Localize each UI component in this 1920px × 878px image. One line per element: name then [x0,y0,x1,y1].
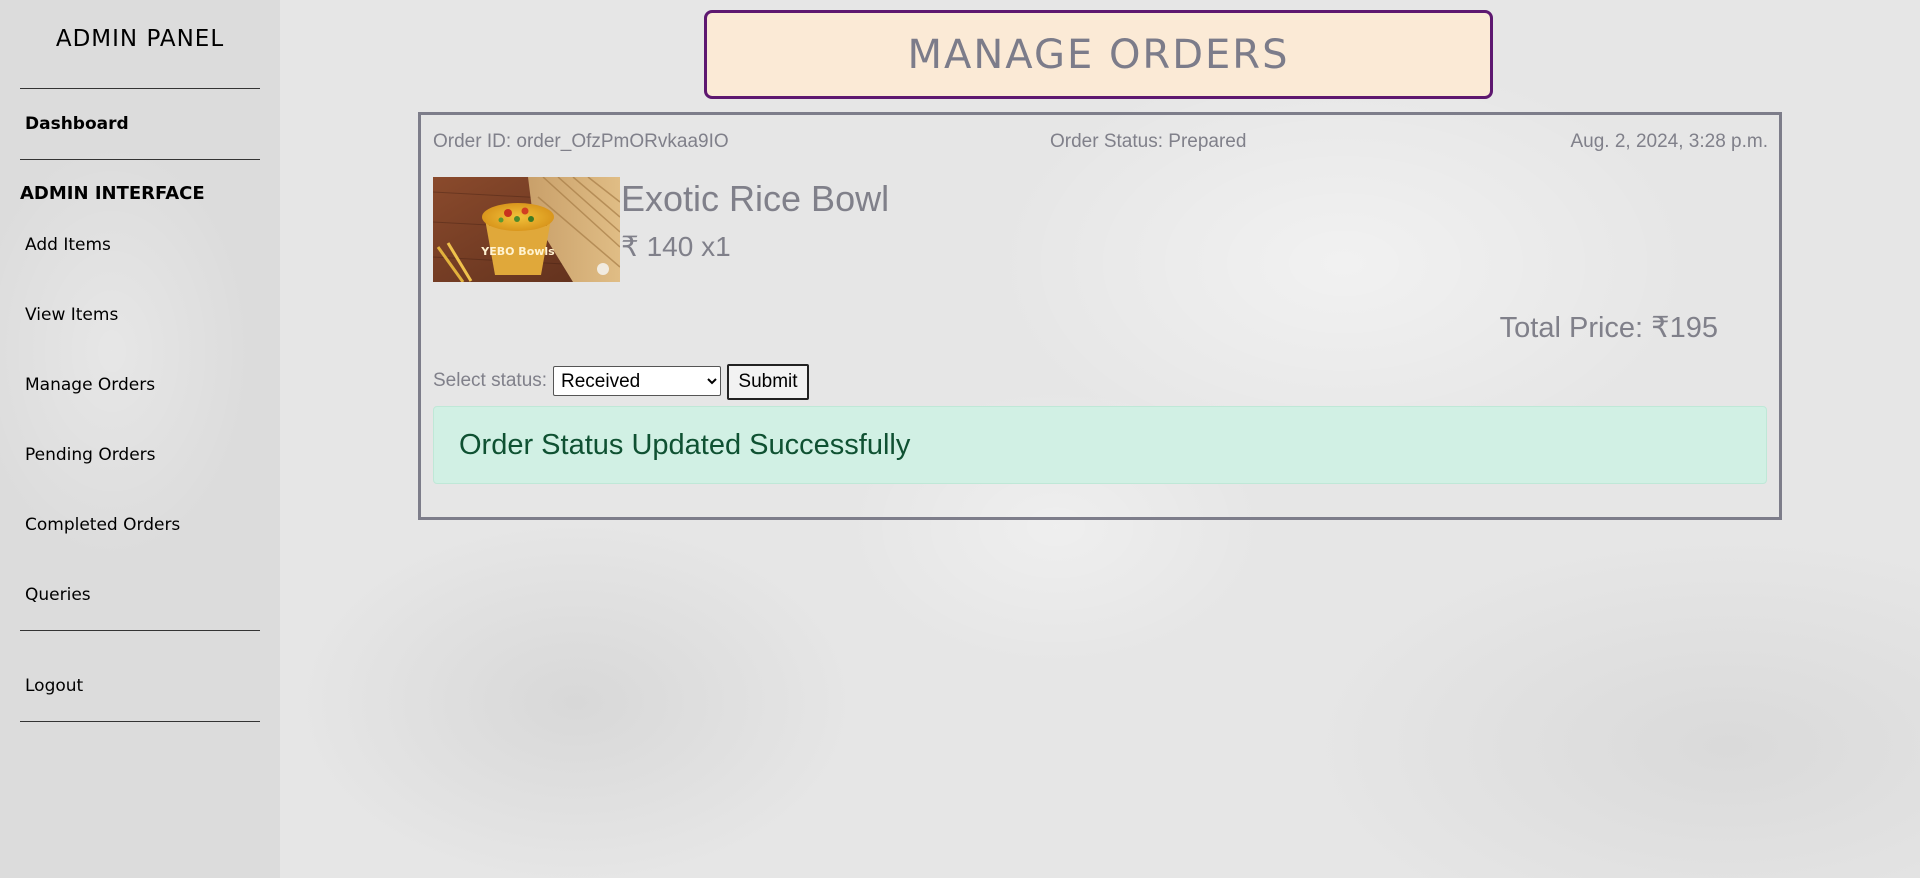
sidebar-item-queries[interactable]: Queries [25,585,91,605]
product-price-quantity: ₹ 140 x1 [621,231,731,262]
sidebar-item-pending-orders[interactable]: Pending Orders [25,445,156,465]
sidebar-item-logout[interactable]: Logout [25,676,83,696]
sidebar-section-heading: ADMIN INTERFACE [20,183,205,204]
sidebar-divider [20,88,260,89]
sidebar-item-manage-orders[interactable]: Manage Orders [25,375,155,395]
product-name: Exotic Rice Bowl [621,178,890,219]
status-select-label: Select status: [433,370,548,391]
success-alert: Order Status Updated Successfully [433,406,1767,484]
admin-panel-brand: ADMIN PANEL [55,26,225,52]
image-brand-text: YEBO Bowls [480,245,555,258]
submit-button[interactable]: Submit [727,364,809,400]
page-title: MANAGE ORDERS [704,10,1493,99]
sidebar-divider [20,630,260,631]
status-select[interactable]: Received [553,366,721,396]
sidebar-item-dashboard[interactable]: Dashboard [25,114,129,134]
sidebar-item-completed-orders[interactable]: Completed Orders [25,515,180,535]
product-image: YEBO Bowls [433,177,620,282]
order-id: Order ID: order_OfzPmORvkaa9IO [433,131,729,152]
sidebar: ADMIN PANEL Dashboard ADMIN INTERFACE Ad… [0,0,280,878]
order-datetime: Aug. 2, 2024, 3:28 p.m. [1570,131,1768,152]
sidebar-item-view-items[interactable]: View Items [25,305,118,325]
sidebar-divider [20,721,260,722]
success-alert-message: Order Status Updated Successfully [459,428,911,461]
sidebar-divider [20,159,260,160]
sidebar-item-add-items[interactable]: Add Items [25,235,111,255]
rice-bowl-image: YEBO Bowls [433,177,620,282]
order-status: Order Status: Prepared [1050,131,1247,152]
order-total-price: Total Price: ₹195 [1499,312,1718,344]
